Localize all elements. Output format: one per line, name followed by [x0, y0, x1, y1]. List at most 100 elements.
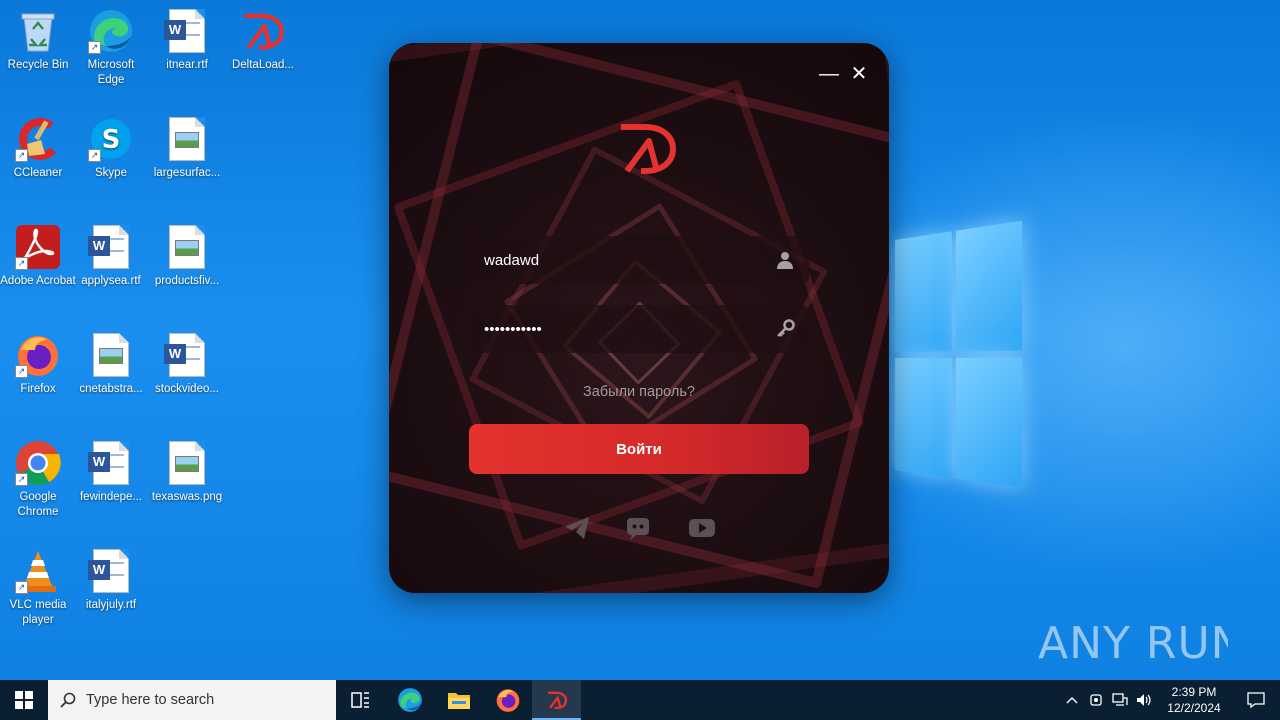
desktop-icon-label: itnear.rtf [166, 59, 208, 71]
username-input[interactable] [484, 251, 764, 269]
taskbar-edge-button[interactable] [385, 680, 434, 720]
deltaload-icon [240, 8, 286, 54]
desktop-icon-texaswas[interactable]: texaswas.png [149, 440, 225, 505]
word-doc-icon: W [164, 8, 210, 54]
start-button[interactable] [0, 680, 48, 720]
desktop-icon-cnetabstra[interactable]: cnetabstra... [73, 332, 149, 397]
image-file-icon [88, 332, 134, 378]
deltaload-login-window: — ✕ Забыли пароль? Войти [389, 43, 889, 593]
image-file-icon [164, 440, 210, 486]
desktop-icon-label: Google Chrome [17, 491, 59, 518]
search-icon [60, 692, 76, 708]
desktop-icon-label: VLC media player [9, 599, 67, 626]
desktop-icon-vlc[interactable]: ↗ VLC media player [0, 548, 76, 628]
desktop-icon-productsfiv[interactable]: productsfiv... [149, 224, 225, 289]
desktop-icon-label: texaswas.png [151, 491, 223, 503]
taskbar-search-box[interactable] [48, 680, 336, 720]
taskbar-file-explorer-button[interactable] [434, 680, 483, 720]
desktop-icon-label: productsfiv... [154, 275, 220, 287]
forgot-password-link[interactable]: Забыли пароль? [389, 384, 889, 400]
desktop-icon-recycle-bin[interactable]: Recycle Bin [0, 8, 76, 73]
task-view-icon [350, 692, 369, 708]
login-button[interactable]: Войти [469, 424, 809, 474]
system-tray: 2:39 PM 12/2/2024 [1060, 680, 1280, 720]
vlc-icon: ↗ [15, 548, 61, 594]
svg-text:ANY RUN: ANY RUN [1038, 618, 1228, 669]
desktop-icon-label: applysea.rtf [81, 275, 141, 287]
skype-icon: S ↗ [88, 116, 134, 162]
desktop-icon-label: Firefox [20, 383, 56, 395]
firefox-icon [496, 689, 519, 712]
user-icon [777, 252, 793, 269]
telegram-icon[interactable] [563, 515, 591, 541]
desktop-icon-stockvideo[interactable]: W stockvideo... [149, 332, 225, 397]
firefox-icon: ↗ [15, 332, 61, 378]
tray-volume-icon[interactable] [1132, 680, 1156, 720]
desktop-icon-firefox[interactable]: ↗ Firefox [0, 332, 76, 397]
clock-date: 12/2/2024 [1167, 701, 1221, 715]
minimize-button[interactable]: — [817, 63, 841, 87]
desktop-icon-edge[interactable]: ↗ Microsoft Edge [73, 8, 149, 88]
youtube-icon[interactable] [688, 515, 716, 541]
edge-icon: ↗ [88, 8, 134, 54]
desktop-icon-skype[interactable]: S ↗ Skype [73, 116, 149, 181]
desktop-icon-label: italyjuly.rtf [85, 599, 137, 611]
tray-network-icon[interactable] [1108, 680, 1132, 720]
desktop-icon-acrobat[interactable]: ↗ Adobe Acrobat [0, 224, 76, 289]
password-field-container [469, 305, 809, 353]
clock-time: 2:39 PM [1171, 685, 1217, 699]
notification-icon [1247, 692, 1265, 708]
desktop-icon-label: Recycle Bin [7, 59, 69, 71]
notification-center-button[interactable] [1232, 680, 1280, 720]
desktop-icon-itnear[interactable]: W itnear.rtf [149, 8, 225, 73]
taskbar: 2:39 PM 12/2/2024 [0, 680, 1280, 720]
tray-device-icon[interactable] [1084, 680, 1108, 720]
anyrun-logo-icon: ANY RUN [1038, 618, 1228, 669]
image-file-icon [164, 224, 210, 270]
taskbar-clock[interactable]: 2:39 PM 12/2/2024 [1156, 684, 1232, 716]
password-input[interactable] [484, 320, 764, 338]
desktop-icon-ccleaner[interactable]: ↗ CCleaner [0, 116, 76, 181]
desktop-icon-label: Skype [95, 167, 127, 179]
username-field-container [469, 236, 809, 284]
anyrun-watermark: ANY RUN [1038, 612, 1228, 672]
desktop-icon-label: stockvideo... [155, 383, 219, 395]
desktop-icon-label: cnetabstra... [79, 383, 143, 395]
ccleaner-icon: ↗ [15, 116, 61, 162]
windows-start-icon [15, 691, 33, 709]
desktop-icon-label: largesurfac... [153, 167, 221, 179]
desktop-icon-deltaload[interactable]: DeltaLoad... [225, 8, 301, 73]
image-file-icon [164, 116, 210, 162]
task-view-button[interactable] [336, 680, 385, 720]
key-icon [777, 319, 795, 337]
desktop-icon-label: Microsoft Edge [87, 59, 135, 86]
acrobat-icon: ↗ [15, 224, 61, 270]
desktop-icon-chrome[interactable]: ↗ Google Chrome [0, 440, 76, 520]
close-button[interactable]: ✕ [847, 63, 871, 87]
desktop-icon-label: Adobe Acrobat [0, 275, 76, 287]
word-doc-icon: W [88, 440, 134, 486]
desktop-icon-italyjuly[interactable]: W italyjuly.rtf [73, 548, 149, 613]
tray-chevron-up-icon[interactable] [1060, 680, 1084, 720]
file-explorer-icon [447, 693, 470, 709]
discord-icon[interactable] [624, 515, 652, 541]
deltaload-logo-icon [621, 124, 677, 174]
deltaload-icon [547, 691, 567, 710]
desktop-icon-largesurfac[interactable]: largesurfac... [149, 116, 225, 181]
edge-icon [397, 688, 422, 712]
taskbar-search-input[interactable] [86, 692, 316, 708]
desktop-icon-label: DeltaLoad... [231, 59, 294, 71]
desktop-icon-label: CCleaner [13, 167, 63, 179]
desktop-icon-label: fewindepe... [79, 491, 142, 503]
chrome-icon: ↗ [15, 440, 61, 486]
desktop-icon-fewindepe[interactable]: W fewindepe... [73, 440, 149, 505]
svg-text:S: S [102, 125, 121, 155]
taskbar-firefox-button[interactable] [483, 680, 532, 720]
taskbar-deltaload-button[interactable] [532, 680, 581, 720]
recycle-bin-icon [15, 8, 61, 54]
word-doc-icon: W [88, 548, 134, 594]
desktop-icon-applysea[interactable]: W applysea.rtf [73, 224, 149, 289]
word-doc-icon: W [164, 332, 210, 378]
windows-wallpaper-logo [895, 219, 1035, 502]
word-doc-icon: W [88, 224, 134, 270]
